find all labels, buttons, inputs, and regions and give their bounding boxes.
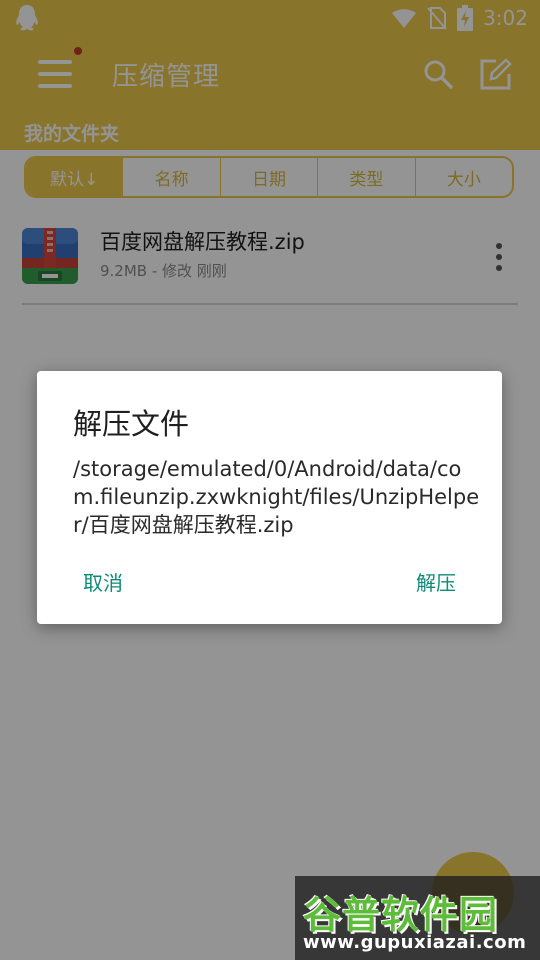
watermark: 谷普软件园 www.gupuxiazai.com — [295, 876, 540, 960]
watermark-url: www.gupuxiazai.com — [303, 932, 527, 953]
unzip-button[interactable]: 解压 — [416, 567, 456, 596]
watermark-title: 谷普软件园 — [303, 893, 499, 937]
unzip-dialog: 解压文件 /storage/emulated/0/Android/data/co… — [37, 371, 502, 624]
screen: 3:02 压缩管理 我的文件夹 默认↓ 名称 日期 类型 大小 百度网盘解压教程… — [0, 0, 540, 960]
cancel-button[interactable]: 取消 — [83, 567, 123, 596]
dialog-title: 解压文件 — [73, 407, 190, 441]
dialog-message: /storage/emulated/0/Android/data/com.fil… — [73, 457, 480, 537]
